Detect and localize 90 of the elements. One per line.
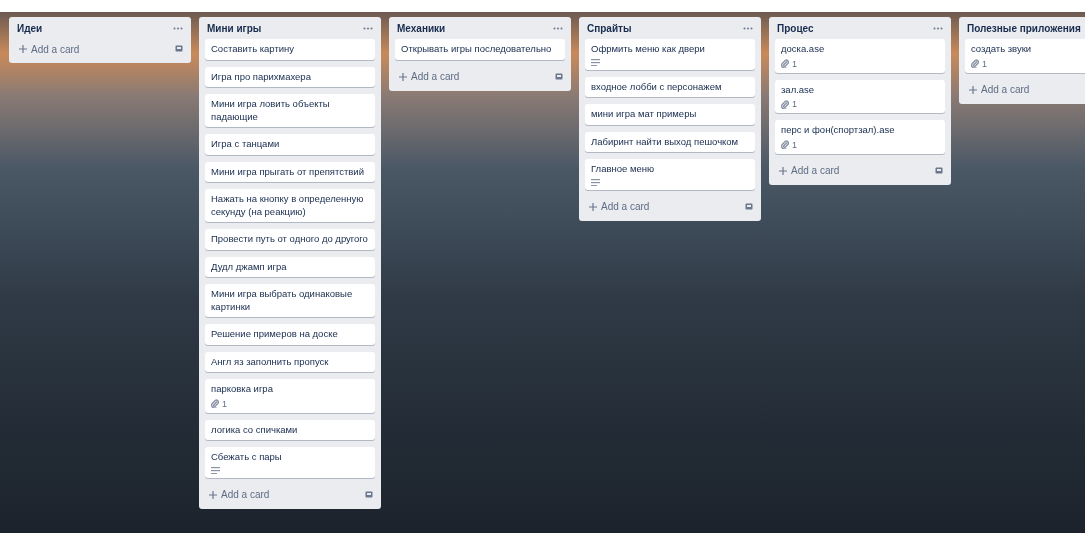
description-icon <box>591 58 600 66</box>
card[interactable]: Главное меню <box>585 159 755 190</box>
more-icon[interactable] <box>743 26 753 30</box>
card-title: Составить картину <box>211 43 296 56</box>
template-icon <box>935 166 943 175</box>
card-title: Игра с танцами <box>211 138 281 151</box>
add-card-button[interactable]: Add a card <box>965 82 1034 97</box>
card[interactable]: мини игра мат примеры <box>585 104 755 125</box>
card[interactable]: Мини игра выбрать одинаковые картинки <box>205 284 375 317</box>
card-title: Игра про парихмахера <box>211 70 312 83</box>
card[interactable]: Игра про парихмахера <box>205 66 375 87</box>
card[interactable]: Лабиринт найти выход пешочком <box>585 131 755 152</box>
more-icon[interactable] <box>363 26 373 30</box>
card-title: парковка игра <box>211 383 274 396</box>
add-card-button[interactable]: Add a card <box>395 69 464 84</box>
card[interactable]: Дудл джамп игра <box>205 256 375 277</box>
card[interactable]: Мини игра ловить объекты падающие <box>205 94 375 127</box>
card[interactable]: Составить картину <box>205 39 375 60</box>
attachment-count: 1 <box>781 58 797 69</box>
add-card-button[interactable]: Add a card <box>585 199 654 214</box>
card-title: Дудл джамп игра <box>211 260 288 273</box>
card[interactable]: Провести путь от одного до другого <box>205 229 375 250</box>
more-icon[interactable] <box>553 26 563 30</box>
plus-icon <box>209 490 217 499</box>
card[interactable]: Англ яз заполнить пропуск <box>205 351 375 372</box>
card-title: создать звуки <box>971 43 1033 56</box>
card-title: зал.ase <box>781 83 816 96</box>
template-icon <box>365 490 373 499</box>
card[interactable]: Мини игра прыгать от препятствий <box>205 161 375 182</box>
paperclip-icon <box>211 399 219 408</box>
more-icon[interactable] <box>173 26 183 30</box>
card[interactable]: Нажать на кнопку в определенную секунду (на реакцию) <box>205 189 375 222</box>
template-icon <box>555 72 563 81</box>
card-title: перс и фон(спортзал).ase <box>781 124 896 137</box>
card[interactable]: перс и фон(спортзал).ase 1 <box>775 120 945 154</box>
card[interactable]: Офрмить меню как двери <box>585 39 755 70</box>
list-title[interactable]: Идеи <box>17 22 43 34</box>
plus-icon <box>969 85 977 94</box>
description-icon <box>591 178 600 186</box>
list-title[interactable]: Спрайты <box>587 22 632 34</box>
card[interactable]: Сбежать с пары <box>205 447 375 478</box>
attachment-count: 1 <box>781 99 797 109</box>
card[interactable]: Решение примеров на доске <box>205 324 375 345</box>
card[interactable]: создать звуки 1 <box>965 39 1085 73</box>
card-title: Главное меню <box>591 163 656 176</box>
paperclip-icon <box>781 99 789 109</box>
card[interactable]: доска.ase 1 <box>775 39 945 73</box>
paperclip-icon <box>781 140 789 149</box>
card-title: Мини игра выбрать одинаковые картинки <box>211 288 354 313</box>
add-card-button[interactable]: Add a card <box>205 487 274 502</box>
card[interactable]: зал.ase 1 <box>775 79 945 113</box>
plus-icon <box>399 72 407 81</box>
card[interactable]: логика со спичками <box>205 419 375 440</box>
plus-icon <box>19 45 27 53</box>
template-icon <box>745 202 753 211</box>
more-icon[interactable] <box>933 26 943 30</box>
list-title[interactable]: Процес <box>777 22 814 34</box>
card-title: Мини игра прыгать от препятствий <box>211 165 365 178</box>
description-icon <box>211 466 220 474</box>
add-card-button[interactable]: Add a card <box>775 163 844 178</box>
paperclip-icon <box>971 59 979 68</box>
attachment-count: 1 <box>211 398 227 409</box>
card-title: Лабиринт найти выход пешочком <box>591 135 740 148</box>
card-title: Нажать на кнопку в определенную секунду (на реакцию) <box>211 193 365 218</box>
card[interactable]: парковка игра 1 <box>205 379 375 413</box>
attachment-count: 1 <box>781 139 797 150</box>
card-title: Открывать игры последовательно <box>401 43 553 56</box>
list-title[interactable]: Механики <box>397 22 446 34</box>
card-title: мини игра мат примеры <box>591 108 698 121</box>
card-title: входное лобби с персонажем <box>591 80 723 93</box>
card-title: Англ яз заполнить пропуск <box>211 355 330 368</box>
template-button[interactable] <box>173 43 185 55</box>
card-title: Сбежать с пары <box>211 451 283 464</box>
card[interactable]: входное лобби с персонажем <box>585 76 755 97</box>
list-title[interactable]: Полезные приложения <box>967 22 1081 34</box>
card[interactable]: Открывать игры последовательно <box>395 39 565 60</box>
card-title: доска.ase <box>781 43 826 56</box>
card-title: логика со спичками <box>211 423 299 436</box>
template-icon <box>175 45 183 53</box>
list-title[interactable]: Мини игры <box>207 22 262 34</box>
add-card-button[interactable]: Add a card <box>15 41 84 57</box>
card[interactable]: Игра с танцами <box>205 134 375 155</box>
card-title: Решение примеров на доске <box>211 328 339 341</box>
plus-icon <box>589 202 597 211</box>
attachment-count: 1 <box>971 58 987 69</box>
card-title: Провести путь от одного до другого <box>211 233 369 246</box>
card-title: Мини игра ловить объекты падающие <box>211 98 331 123</box>
plus-icon <box>779 166 787 175</box>
paperclip-icon <box>781 59 789 68</box>
card-title: Офрмить меню как двери <box>591 43 706 56</box>
